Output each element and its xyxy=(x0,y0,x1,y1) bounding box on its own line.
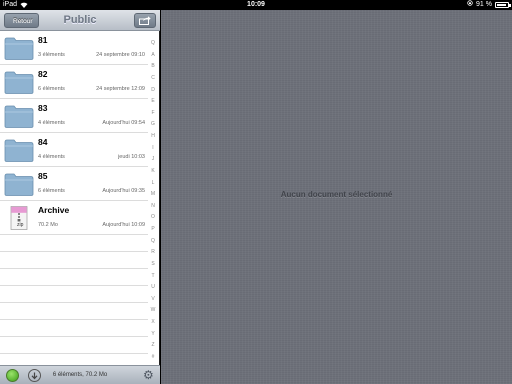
empty-row xyxy=(0,337,148,354)
index-letter[interactable]: G xyxy=(148,121,158,127)
index-letter[interactable]: Q xyxy=(148,40,158,46)
index-letter[interactable]: R xyxy=(148,249,158,255)
index-letter[interactable]: H xyxy=(148,133,158,139)
battery-percent: 91 % xyxy=(476,1,492,8)
file-name: 85 xyxy=(38,171,48,181)
index-letter[interactable]: D xyxy=(148,87,158,93)
empty-state-message: Aucun document sélectionné xyxy=(280,190,393,199)
folder-summary: 6 éléments, 70.2 Mo xyxy=(52,372,108,378)
battery-icon xyxy=(495,2,511,8)
status-right: 91 % xyxy=(467,0,511,10)
status-bar: iPad 10:09 91 % xyxy=(0,0,512,10)
index-letter[interactable]: E xyxy=(148,98,158,104)
file-name: 82 xyxy=(38,69,48,79)
index-letter[interactable]: N xyxy=(148,203,158,209)
zip-label: zip xyxy=(17,222,24,228)
folder-icon xyxy=(4,36,34,60)
file-row[interactable]: 85 6 éléments Aujourd'hui 09:35 xyxy=(0,167,148,201)
settings-button[interactable]: ⚙ xyxy=(143,369,155,381)
zip-file-icon: zip xyxy=(4,206,34,230)
index-letter[interactable]: X xyxy=(148,319,158,325)
share-icon xyxy=(139,12,151,30)
file-date: 24 septembre 09:10 xyxy=(96,52,145,58)
index-letter[interactable]: K xyxy=(148,168,158,174)
index-letter[interactable]: O xyxy=(148,214,158,220)
file-row[interactable]: 81 3 éléments 24 septembre 09:10 xyxy=(0,31,148,65)
file-name: 84 xyxy=(38,137,48,147)
file-name: 81 xyxy=(38,35,48,45)
index-letter[interactable]: I xyxy=(148,145,158,151)
index-letter[interactable]: M xyxy=(148,191,158,197)
gear-icon: ⚙ xyxy=(143,368,154,382)
file-date: jeudi 10:03 xyxy=(118,154,145,160)
detail-pane: Aucun document sélectionné xyxy=(161,10,512,384)
file-date: Aujourd'hui 09:35 xyxy=(102,188,145,194)
empty-row xyxy=(0,354,148,365)
file-item-count: 70.2 Mo xyxy=(38,222,58,228)
empty-row xyxy=(0,286,148,303)
index-letter[interactable]: B xyxy=(148,63,158,69)
index-letter[interactable]: Q xyxy=(148,238,158,244)
index-letter[interactable]: T xyxy=(148,273,158,279)
file-browser-panel: Retour Public 81 3 éléments 24 septembre 0… xyxy=(0,10,160,384)
file-row[interactable]: 83 4 éléments Aujourd'hui 09:54 xyxy=(0,99,148,133)
file-name: Archive xyxy=(38,205,70,215)
file-date: Aujourd'hui 09:54 xyxy=(102,120,145,126)
share-button[interactable] xyxy=(134,13,156,28)
index-letter[interactable]: C xyxy=(148,75,158,81)
folder-icon xyxy=(4,104,34,128)
file-item-count: 4 éléments xyxy=(38,154,65,160)
file-item-count: 6 éléments xyxy=(38,188,65,194)
index-letter[interactable]: Y xyxy=(148,331,158,337)
navigation-bar: Retour Public xyxy=(0,10,160,31)
bottom-toolbar: 6 éléments, 70.2 Mo ⚙ xyxy=(0,365,160,384)
folder-icon xyxy=(4,172,34,196)
index-letter[interactable]: V xyxy=(148,296,158,302)
file-item-count: 6 éléments xyxy=(38,86,65,92)
empty-row xyxy=(0,269,148,286)
index-letter[interactable]: Z xyxy=(148,342,158,348)
index-letter[interactable]: F xyxy=(148,110,158,116)
file-date: Aujourd'hui 10:09 xyxy=(102,222,145,228)
lock-rotation-icon xyxy=(467,0,473,10)
index-letter[interactable]: P xyxy=(148,226,158,232)
file-item-count: 4 éléments xyxy=(38,120,65,126)
empty-row xyxy=(0,320,148,337)
index-letter[interactable]: J xyxy=(148,156,158,162)
index-letter[interactable]: S xyxy=(148,261,158,267)
empty-row xyxy=(0,235,148,252)
file-row[interactable]: 84 4 éléments jeudi 10:03 xyxy=(0,133,148,167)
file-date: 24 septembre 12:09 xyxy=(96,86,145,92)
file-row[interactable]: zip Archive 70.2 Mo Aujourd'hui 10:09 xyxy=(0,201,148,235)
index-letter[interactable]: L xyxy=(148,180,158,186)
file-row[interactable]: 82 6 éléments 24 septembre 12:09 xyxy=(0,65,148,99)
index-letter[interactable]: A xyxy=(148,52,158,58)
file-name: 83 xyxy=(38,103,48,113)
folder-icon xyxy=(4,70,34,94)
index-letter[interactable]: W xyxy=(148,307,158,313)
index-letter[interactable]: U xyxy=(148,284,158,290)
empty-row xyxy=(0,303,148,320)
file-list: 81 3 éléments 24 septembre 09:10 82 6 élémen… xyxy=(0,31,148,365)
index-letter[interactable]: # xyxy=(148,354,158,360)
alphabet-index[interactable]: Q A B C D E F G H I J K L M N O P Q R S T U V W X Y Z # xyxy=(148,40,158,360)
empty-row xyxy=(0,252,148,269)
status-time: 10:09 xyxy=(247,1,265,8)
folder-icon xyxy=(4,138,34,162)
file-item-count: 3 éléments xyxy=(38,52,65,58)
